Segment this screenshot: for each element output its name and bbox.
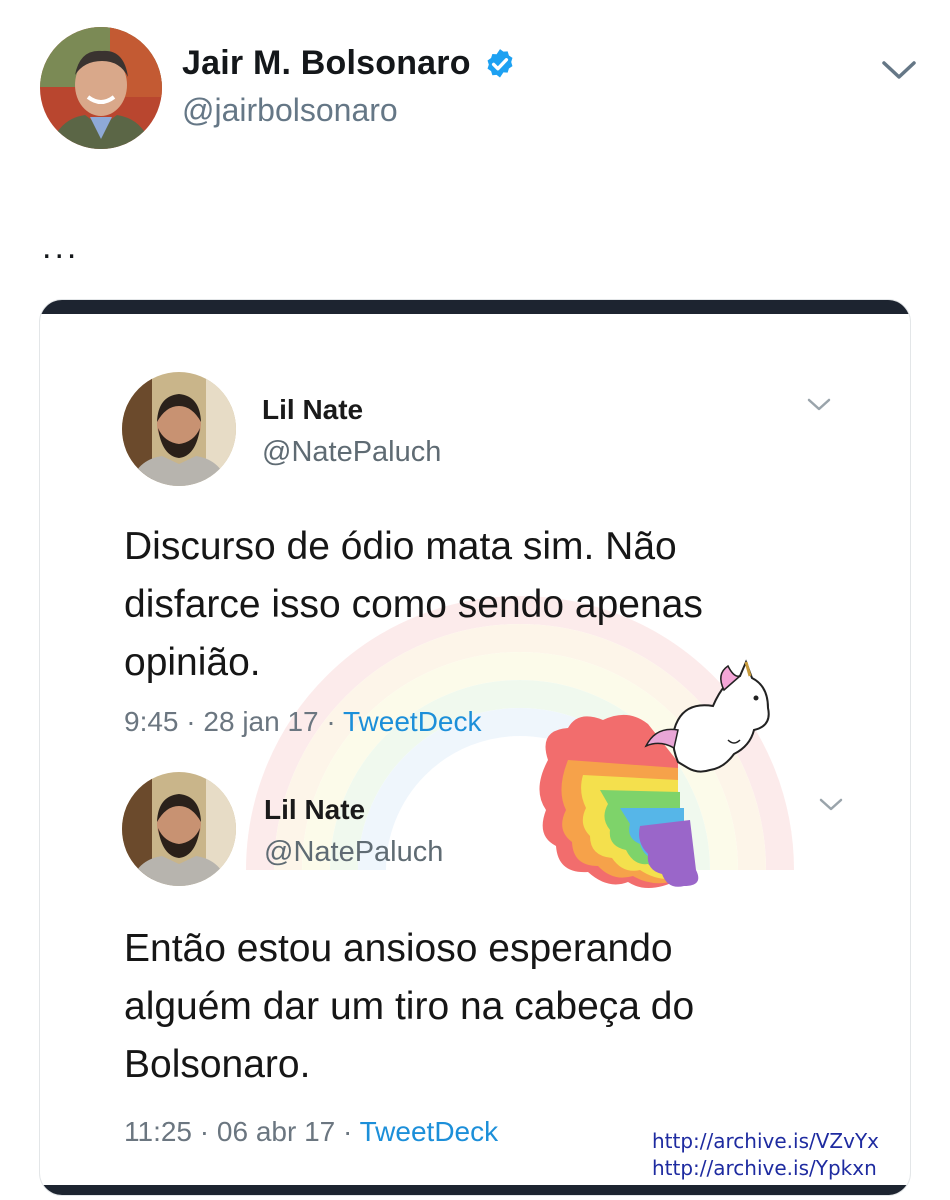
quoted-avatar-2[interactable] — [122, 772, 236, 886]
quoted-author-name-2[interactable]: Lil Nate — [264, 794, 365, 826]
quoted-avatar-1[interactable] — [122, 372, 236, 486]
tweet-text: ... — [42, 228, 80, 266]
archive-links: http://archive.is/VZvYx http://archive.i… — [652, 1128, 879, 1182]
unicorn-rainbow-icon — [539, 659, 770, 889]
tweet-time: 11:25 — [124, 1116, 192, 1147]
tweet-source-link[interactable]: TweetDeck — [343, 706, 482, 737]
chevron-down-icon[interactable] — [880, 58, 918, 82]
archive-link[interactable]: http://archive.is/VZvYx — [652, 1128, 879, 1155]
attached-image[interactable]: Lil Nate @NatePaluch Discurso de ódio ma… — [40, 300, 910, 1195]
archive-link[interactable]: http://archive.is/Ypkxn — [652, 1155, 879, 1182]
tweet-date: 28 jan 17 — [203, 706, 319, 737]
quoted-author-name-1[interactable]: Lil Nate — [262, 394, 363, 426]
author-handle[interactable]: @jairbolsonaro — [182, 92, 398, 129]
tweet-source-link[interactable]: TweetDeck — [360, 1116, 499, 1147]
author-avatar[interactable] — [40, 27, 162, 149]
quoted-tweet-text-2: Então estou ansioso esperando alguém dar… — [124, 920, 844, 1094]
quoted-tweet-meta-1: 9:45 · 28 jan 17 · TweetDeck — [124, 706, 482, 737]
tweet-time: 9:45 — [124, 706, 179, 737]
image-top-border — [40, 300, 910, 314]
author-name-row: Jair M. Bolsonaro — [182, 44, 517, 83]
quoted-author-handle-2[interactable]: @NatePaluch — [264, 836, 443, 869]
chevron-down-icon[interactable] — [806, 397, 832, 413]
image-bottom-border — [40, 1185, 910, 1195]
quoted-tweet-line: Então estou ansioso esperando — [124, 927, 673, 970]
quoted-tweet-line: Discurso de ódio mata sim. Não — [124, 525, 677, 568]
quoted-tweet-meta-2: 11:25 · 06 abr 17 · TweetDeck — [124, 1116, 499, 1147]
verified-badge-icon — [487, 48, 513, 77]
quoted-tweet-line: disfarce isso como sendo apenas — [124, 583, 703, 626]
tweet-date: 06 abr 17 — [216, 1116, 336, 1147]
chevron-down-icon[interactable] — [818, 797, 844, 813]
author-display-name[interactable]: Jair M. Bolsonaro — [182, 44, 471, 83]
tweet-header: Jair M. Bolsonaro @jairbolsonaro ... — [0, 0, 950, 266]
quoted-tweet-line: alguém dar um tiro na cabeça do — [124, 985, 695, 1028]
quoted-tweet-line: Bolsonaro. — [124, 1043, 311, 1086]
quoted-author-handle-1[interactable]: @NatePaluch — [262, 436, 441, 469]
